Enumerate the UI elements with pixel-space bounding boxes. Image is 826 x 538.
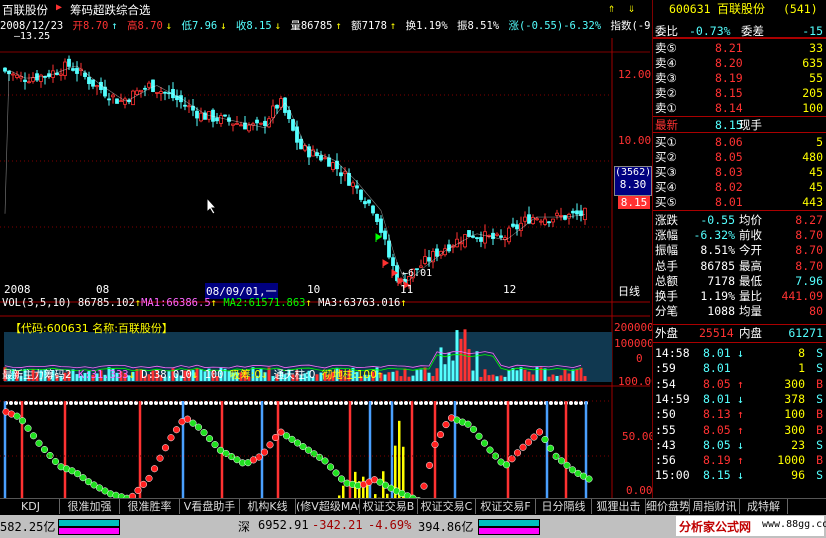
main-chart[interactable] — [0, 0, 650, 538]
info-close: 收8.15 — [235, 20, 272, 32]
status-bar-meter-right-2 — [478, 527, 540, 535]
period-label[interactable]: 日线 — [618, 283, 640, 299]
tab-indicator[interactable]: 周指财讯 — [690, 499, 740, 514]
status-pct: -4.69% — [368, 518, 412, 532]
status-change: -342.21 — [312, 518, 363, 532]
last-price-marker: 8.15 — [618, 196, 650, 209]
status-bar-meter-left-2 — [58, 527, 120, 535]
chart-title-bar: 百联股份 ▶ 筹码超跌综合选 ⇑ ⇓ — [0, 0, 650, 18]
scroll-up-icon[interactable]: ⇑ — [608, 1, 615, 15]
time-axis-label: 12 — [503, 283, 517, 296]
stock-name[interactable]: 百联股份 — [2, 2, 48, 18]
volume-header: VOL(3,5,10) 86785.102↑MA1:66386.5↑ MA2:6… — [2, 297, 407, 309]
tick-row: :50 8.13 ↑ 100 B — [655, 407, 823, 422]
price-axis-label: 10.00 — [618, 134, 652, 147]
status-bar-meter-right — [478, 519, 540, 527]
tick-row: :59 8.01 1 S — [655, 361, 823, 376]
tick-row: :54 8.05 ↑ 300 B — [655, 376, 823, 391]
status-left-amount: 582.25亿 — [0, 520, 56, 534]
status-amount: 394.86亿 — [418, 520, 474, 534]
badge-count: (3562) — [615, 167, 652, 178]
info-low: 低7.96 — [181, 20, 218, 32]
time-axis-label: 08 — [96, 283, 110, 296]
info-amount: 额7178 — [351, 20, 387, 32]
inout-row: 外盘 25514 内盘 61271 — [655, 326, 823, 340]
volume-axis-label: 0 — [636, 352, 643, 365]
volume-axis-label: 100000 — [614, 337, 654, 350]
latest-row: 最新 8.15 现手 — [655, 118, 762, 132]
tick-row: 15:00 8.15 ↓ 96 S — [655, 468, 823, 483]
sell-level-row: 卖② 8.15 205 — [655, 86, 823, 100]
badge-price: 8.30 — [619, 178, 647, 191]
tick-row: :56 8.19 ↑ 1000 B — [655, 453, 823, 468]
tick-row: 14:59 8.01 ↓ 378 S — [655, 391, 823, 406]
volume-banner: 【代码:600631 名称:百联股份】 — [10, 322, 173, 335]
sell-level-row: 卖③ 8.19 55 — [655, 71, 823, 85]
min-price-label: ←6.01 — [402, 268, 433, 279]
watermark: 分析家公式网 www.88gg.com — [676, 516, 826, 536]
buy-level-row: 买② 8.05 480 — [655, 150, 823, 164]
buy-level-row: 买③ 8.03 45 — [655, 165, 823, 179]
tab-indicator[interactable]: KDJ — [2, 499, 60, 514]
indicator-tab-bar: KDJ很准加强很准胜率V看盘助手机构K线(修V超级MACD权证交易B权证交易C权… — [0, 498, 826, 515]
stat-row: 总手 86785 最高 8.70 — [655, 258, 823, 273]
info-change: 涨(-0.55)-6.32% — [508, 20, 602, 32]
status-bar-meter-left — [58, 519, 120, 527]
info-open: 开8.70 — [72, 20, 109, 32]
info-high: 高8.70 — [127, 20, 163, 32]
buy-level-row: 买① 8.06 5 — [655, 135, 823, 149]
indicator-axis-label: 0.00 — [626, 484, 653, 497]
tab-indicator[interactable]: V看盘助手 — [180, 499, 240, 514]
tick-row: :43 8.05 ↓ 23 S — [655, 437, 823, 452]
price-axis-label: 12.00 — [618, 68, 652, 81]
time-axis-label: 10 — [307, 283, 321, 296]
mouse-cursor-icon — [206, 197, 218, 215]
info-turnover: 换1.19% — [405, 20, 448, 32]
info-volume: 量86785 — [290, 20, 333, 32]
tab-indicator[interactable]: 很准加强 — [60, 499, 120, 514]
tick-row: :55 8.05 ↑ 300 B — [655, 422, 823, 437]
volume-axis-label: 200000 — [614, 321, 654, 334]
quote-header: 600631 百联股份 (541) — [653, 2, 826, 19]
indicator-header: 最新主力筹码2 K:31.333↓ D:38.010↓ 100 吸筹:0↓ 通天… — [2, 369, 384, 381]
info-index: 指数(-90. — [610, 20, 650, 32]
indicator-template-name[interactable]: 筹码超跌综合选 — [70, 2, 151, 18]
status-index: 6952.91 — [258, 518, 309, 532]
time-axis-label: 2008 — [4, 283, 31, 296]
stat-row: 涨幅 -6.32% 前收 8.70 — [655, 228, 823, 243]
current-price-badge: (3562) 8.30 — [614, 166, 652, 196]
time-axis-label: 11 — [400, 283, 414, 296]
tick-row: 14:58 8.01 ↓ 8 S — [655, 346, 823, 360]
tab-indicator[interactable]: 狐狸出击 — [592, 499, 646, 514]
status-bar: 582.25亿 深 6952.91 -342.21 -4.69% 394.86亿… — [0, 515, 826, 538]
tab-indicator[interactable]: 很准胜率 — [120, 499, 180, 514]
info-amplitude: 振8.51% — [457, 20, 500, 32]
tab-indicator[interactable]: 权证交易F — [476, 499, 536, 514]
tab-indicator[interactable]: 机构K线 — [240, 499, 296, 514]
stat-row: 分笔 1088 均量 80 — [655, 304, 823, 319]
sell-level-row: 卖① 8.14 100 — [655, 101, 823, 115]
buy-level-row: 买⑤ 8.01 443 — [655, 195, 823, 209]
ohlc-info-bar: 2008/12/23 开8.70 ↑ 高8.70 ↓ 低7.96 ↓ 收8.15 ↓ 量… — [0, 18, 650, 32]
tab-indicator[interactable]: 细价盘势 — [646, 499, 690, 514]
buy-level-row: 买④ 8.02 45 — [655, 180, 823, 194]
tab-indicator[interactable]: 权证交易C — [418, 499, 476, 514]
tab-indicator[interactable]: 成特解 — [740, 499, 788, 514]
scroll-down-icon[interactable]: ⇓ — [628, 1, 635, 15]
quote-panel: 600631 百联股份 (541) 委比 -0.73% 委差 -15 卖⑤ 8.21 33 卖… — [652, 0, 826, 500]
status-market: 深 — [238, 520, 251, 534]
tab-indicator[interactable]: 权证交易B — [360, 499, 418, 514]
sell-level-row: 卖④ 8.20 635 — [655, 56, 823, 70]
indicator-axis-label: 50.00 — [622, 430, 656, 443]
tab-indicator[interactable]: 日分隔线 — [536, 499, 592, 514]
sell-level-row: 卖⑤ 8.21 33 — [655, 41, 823, 55]
max-price-label: —13.25 — [14, 31, 51, 42]
stat-row: 换手 1.19% 量比 441.09 — [655, 289, 823, 303]
triangle-right-icon: ▶ — [56, 2, 63, 13]
stat-row: 涨跌 -0.55 均价 8.27 — [655, 213, 823, 227]
tab-indicator[interactable]: (修V超级MACD — [296, 499, 360, 514]
stat-row: 振幅 8.51% 今开 8.70 — [655, 243, 823, 258]
stat-row: 总额 7178 最低 7.96 — [655, 273, 823, 288]
